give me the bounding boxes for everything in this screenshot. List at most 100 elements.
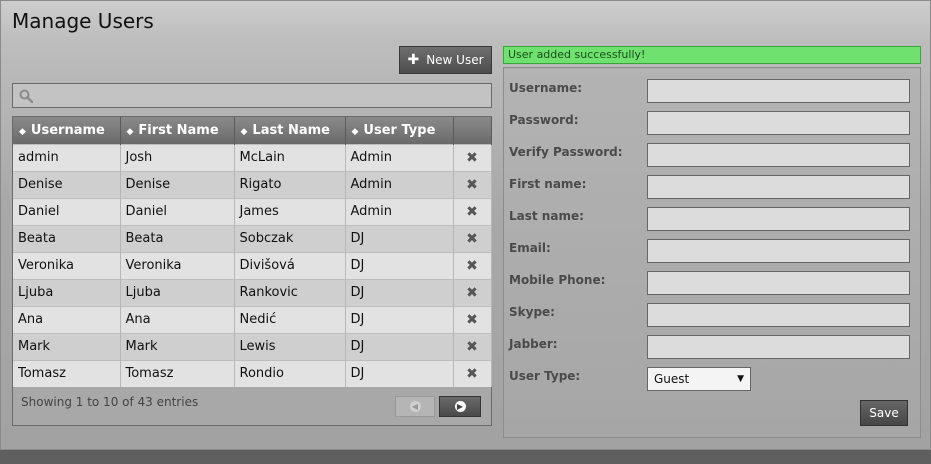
- column-header-last-name[interactable]: ◆ Last Name: [234, 117, 346, 144]
- password-input[interactable]: [647, 111, 910, 135]
- delete-icon[interactable]: ✖: [453, 224, 492, 252]
- cell-user-type: DJ: [345, 359, 454, 387]
- last-name-input[interactable]: [647, 207, 910, 231]
- cell-user-type: DJ: [345, 224, 454, 252]
- delete-icon[interactable]: ✖: [453, 143, 492, 171]
- cell-user-type: Admin: [345, 143, 454, 171]
- delete-icon[interactable]: ✖: [453, 170, 492, 198]
- cell-last-name: Rankovic: [234, 278, 346, 306]
- cell-first-name: Veronika: [120, 251, 235, 279]
- cell-username: Daniel: [13, 197, 121, 225]
- cell-first-name: Denise: [120, 170, 235, 198]
- email-label: Email:: [509, 241, 551, 255]
- arrow-left-icon: ◀: [409, 401, 421, 412]
- arrow-right-icon: ▶: [454, 401, 466, 412]
- table-row[interactable]: Denise Denise Rigato Admin ✖: [13, 170, 492, 198]
- verify-password-label: Verify Password:: [509, 145, 623, 159]
- cell-username: Denise: [13, 170, 121, 198]
- cell-first-name: Josh: [120, 143, 235, 171]
- user-type-select[interactable]: Guest ▼: [647, 367, 751, 391]
- delete-icon[interactable]: ✖: [453, 359, 492, 387]
- save-button[interactable]: Save: [860, 400, 908, 426]
- column-header-first-name[interactable]: ◆ First Name: [120, 117, 235, 144]
- cell-username: Tomasz: [13, 359, 121, 387]
- cell-user-type: Admin: [345, 170, 454, 198]
- cell-username: Mark: [13, 332, 121, 360]
- table-row[interactable]: Veronika Veronika Divišová DJ ✖: [13, 251, 492, 279]
- sort-icon: ◆: [126, 126, 134, 137]
- user-type-value: Guest: [654, 372, 690, 386]
- search-icon: [19, 89, 33, 103]
- cell-last-name: Divišová: [234, 251, 346, 279]
- search-box: [12, 83, 492, 108]
- password-label: Password:: [509, 113, 579, 127]
- cell-first-name: Daniel: [120, 197, 235, 225]
- table-row[interactable]: Daniel Daniel James Admin ✖: [13, 197, 492, 225]
- table-info: Showing 1 to 10 of 43 entries: [21, 395, 199, 409]
- cell-user-type: DJ: [345, 251, 454, 279]
- table-header-row: ◆ Username ◆ First Name ◆ Last Name ◆ User T…: [13, 117, 492, 144]
- sort-icon: ◆: [19, 126, 26, 137]
- cell-first-name: Beata: [120, 224, 235, 252]
- cell-username: Veronika: [13, 251, 121, 279]
- cell-first-name: Ana: [120, 305, 235, 333]
- table-row[interactable]: Tomasz Tomasz Rondio DJ ✖: [13, 359, 492, 387]
- cell-user-type: DJ: [345, 332, 454, 360]
- cell-last-name: Nedić: [234, 305, 346, 333]
- column-header-username[interactable]: ◆ Username: [13, 117, 121, 144]
- previous-page-button[interactable]: ◀: [395, 396, 435, 417]
- next-page-button[interactable]: ▶: [439, 396, 481, 417]
- jabber-input[interactable]: [647, 335, 910, 359]
- delete-icon[interactable]: ✖: [453, 278, 492, 306]
- delete-icon[interactable]: ✖: [453, 251, 492, 279]
- cell-username: Beata: [13, 224, 121, 252]
- sort-icon: ◆: [351, 126, 359, 137]
- cell-last-name: Lewis: [234, 332, 346, 360]
- verify-password-input[interactable]: [647, 143, 910, 167]
- delete-icon[interactable]: ✖: [453, 305, 492, 333]
- cell-user-type: DJ: [345, 305, 454, 333]
- delete-icon[interactable]: ✖: [453, 332, 492, 360]
- delete-icon[interactable]: ✖: [453, 197, 492, 225]
- email-input[interactable]: [647, 239, 910, 263]
- cell-user-type: DJ: [345, 278, 454, 306]
- success-message: User added successfully!: [503, 46, 921, 64]
- cell-last-name: McLain: [234, 143, 346, 171]
- page-title: Manage Users: [12, 9, 154, 33]
- first-name-input[interactable]: [647, 175, 910, 199]
- jabber-label: Jabber:: [509, 337, 558, 351]
- cell-user-type: Admin: [345, 197, 454, 225]
- main-panel: Manage Users ✚ New User ◆ Username ◆ First…: [0, 0, 931, 450]
- sort-icon: ◆: [240, 126, 248, 137]
- table-row[interactable]: Ljuba Ljuba Rankovic DJ ✖: [13, 278, 492, 306]
- username-label: Username:: [509, 81, 583, 95]
- dropdown-arrow-icon: ▼: [737, 374, 744, 384]
- table-row[interactable]: Mark Mark Lewis DJ ✖: [13, 332, 492, 360]
- cell-last-name: Sobczak: [234, 224, 346, 252]
- cell-last-name: James: [234, 197, 346, 225]
- cell-first-name: Tomasz: [120, 359, 235, 387]
- skype-input[interactable]: [647, 303, 910, 327]
- last-name-label: Last name:: [509, 209, 584, 223]
- cell-last-name: Rigato: [234, 170, 346, 198]
- table-row[interactable]: Ana Ana Nedić DJ ✖: [13, 305, 492, 333]
- cell-username: admin: [13, 143, 121, 171]
- column-header-actions: [453, 117, 492, 144]
- cell-last-name: Rondio: [234, 359, 346, 387]
- users-table-container: ◆ Username ◆ First Name ◆ Last Name ◆ User T…: [12, 116, 492, 426]
- mobile-phone-input[interactable]: [647, 271, 910, 295]
- first-name-label: First name:: [509, 177, 587, 191]
- search-input[interactable]: [37, 86, 491, 107]
- mobile-phone-label: Mobile Phone:: [509, 273, 606, 287]
- new-user-button[interactable]: ✚ New User: [399, 46, 492, 74]
- skype-label: Skype:: [509, 305, 555, 319]
- plus-icon: ✚: [407, 52, 420, 68]
- cell-username: Ljuba: [13, 278, 121, 306]
- table-row[interactable]: Beata Beata Sobczak DJ ✖: [13, 224, 492, 252]
- users-table: ◆ Username ◆ First Name ◆ Last Name ◆ User T…: [13, 117, 492, 387]
- username-input[interactable]: [647, 79, 910, 103]
- table-row[interactable]: admin Josh McLain Admin ✖: [13, 143, 492, 171]
- cell-username: Ana: [13, 305, 121, 333]
- column-header-user-type[interactable]: ◆ User Type: [345, 117, 454, 144]
- new-user-label: New User: [426, 53, 484, 67]
